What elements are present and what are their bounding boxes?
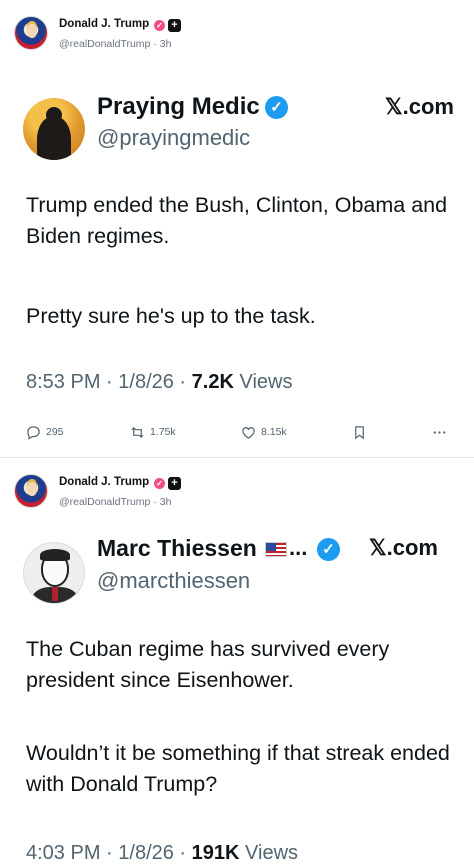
view-count: 7.2K [191,371,234,393]
more-icon [433,430,446,434]
verified-pink-icon: ✓ [154,20,165,31]
bookmark-button[interactable] [352,420,372,444]
embed-author-name: Praying Medic [97,93,260,120]
verified-pink-icon: ✓ [154,478,165,489]
post-time[interactable]: 3h [160,496,172,508]
post-card[interactable]: Donald J. Trump ✓ + @realDonaldTrump · 3… [0,0,474,458]
reply-icon [27,425,40,440]
tweet-text: The Cuban regime has survived every pres… [26,637,390,692]
post-header: Donald J. Trump ✓ + @realDonaldTrump · 3… [14,472,454,512]
tweet-text: Trump ended the Bush, Clinton, Obama and… [26,193,448,248]
embed-avatar [23,542,85,604]
avatar-hair [40,549,70,561]
repost-button[interactable]: 1.75k [130,420,176,444]
tweet-date: 1/8/26 [118,371,174,393]
like-count: 8.15k [261,426,287,438]
tweet-time: 8:53 PM [26,371,101,393]
tweet-timestamp: 8:53 PM · 1/8/26 · 7.2K Views [26,371,293,393]
author-handle[interactable]: @realDonaldTrump [59,38,150,50]
repost-icon [131,426,144,438]
author-name[interactable]: Donald J. Trump [59,476,149,488]
author-name[interactable]: Donald J. Trump [59,18,149,30]
author-handle[interactable]: @realDonaldTrump [59,496,150,508]
post-header: Donald J. Trump ✓ + @realDonaldTrump · 3… [14,14,454,54]
embedded-tweet-image[interactable]: Praying Medic ✓ 𝕏.com @prayingmedic Trum… [0,66,474,416]
reply-button[interactable]: 295 [26,420,64,444]
post-time[interactable]: 3h [160,38,172,50]
tweet-time: 4:03 PM [26,842,101,864]
blue-check-icon: ✓ [317,538,340,561]
embedded-tweet-image[interactable]: Marc Thiessen ... ✓ 𝕏.com @marcthiessen … [0,522,474,868]
action-bar: 295 1.75k 8.15k [14,420,454,444]
embed-author-handle: @marcthiessen [97,568,251,593]
author-meta: @realDonaldTrump · 3h [59,38,171,50]
plus-badge-icon: + [168,19,181,32]
like-button[interactable]: 8.15k [241,420,287,444]
tweet-timestamp: 4:03 PM · 1/8/26 · 191K Views [26,842,299,864]
x-brand-label: 𝕏.com [384,94,454,119]
author-meta: @realDonaldTrump · 3h [59,496,171,508]
bookmark-icon [355,425,364,439]
avatar[interactable] [14,474,48,508]
blue-check-icon: ✓ [265,96,288,119]
meta-separator: · [153,38,157,50]
embed-author-handle: @prayingmedic [97,125,251,150]
name-truncation: ... [289,535,308,560]
tweet-text: Wouldn’t it be something if that streak … [26,741,450,796]
more-button[interactable] [432,420,452,444]
x-brand-label: 𝕏.com [368,535,438,560]
tweet-date: 1/8/26 [118,842,174,864]
post-card[interactable]: Donald J. Trump ✓ + @realDonaldTrump · 3… [0,458,474,868]
avatar-tie [52,587,58,601]
views-label: Views [245,842,299,864]
view-count: 191K [191,842,240,864]
plus-badge-icon: + [168,477,181,490]
reply-count: 295 [46,426,64,438]
us-flag-icon [265,542,287,557]
like-icon [242,426,255,439]
meta-separator: · [153,496,157,508]
embed-author-name: Marc Thiessen [97,535,257,561]
views-label: Views [239,371,293,393]
tweet-text: Pretty sure he's up to the task. [26,304,316,328]
embed-avatar [23,98,85,160]
avatar[interactable] [14,16,48,50]
avatar-silhouette [37,107,71,160]
repost-count: 1.75k [150,426,176,438]
